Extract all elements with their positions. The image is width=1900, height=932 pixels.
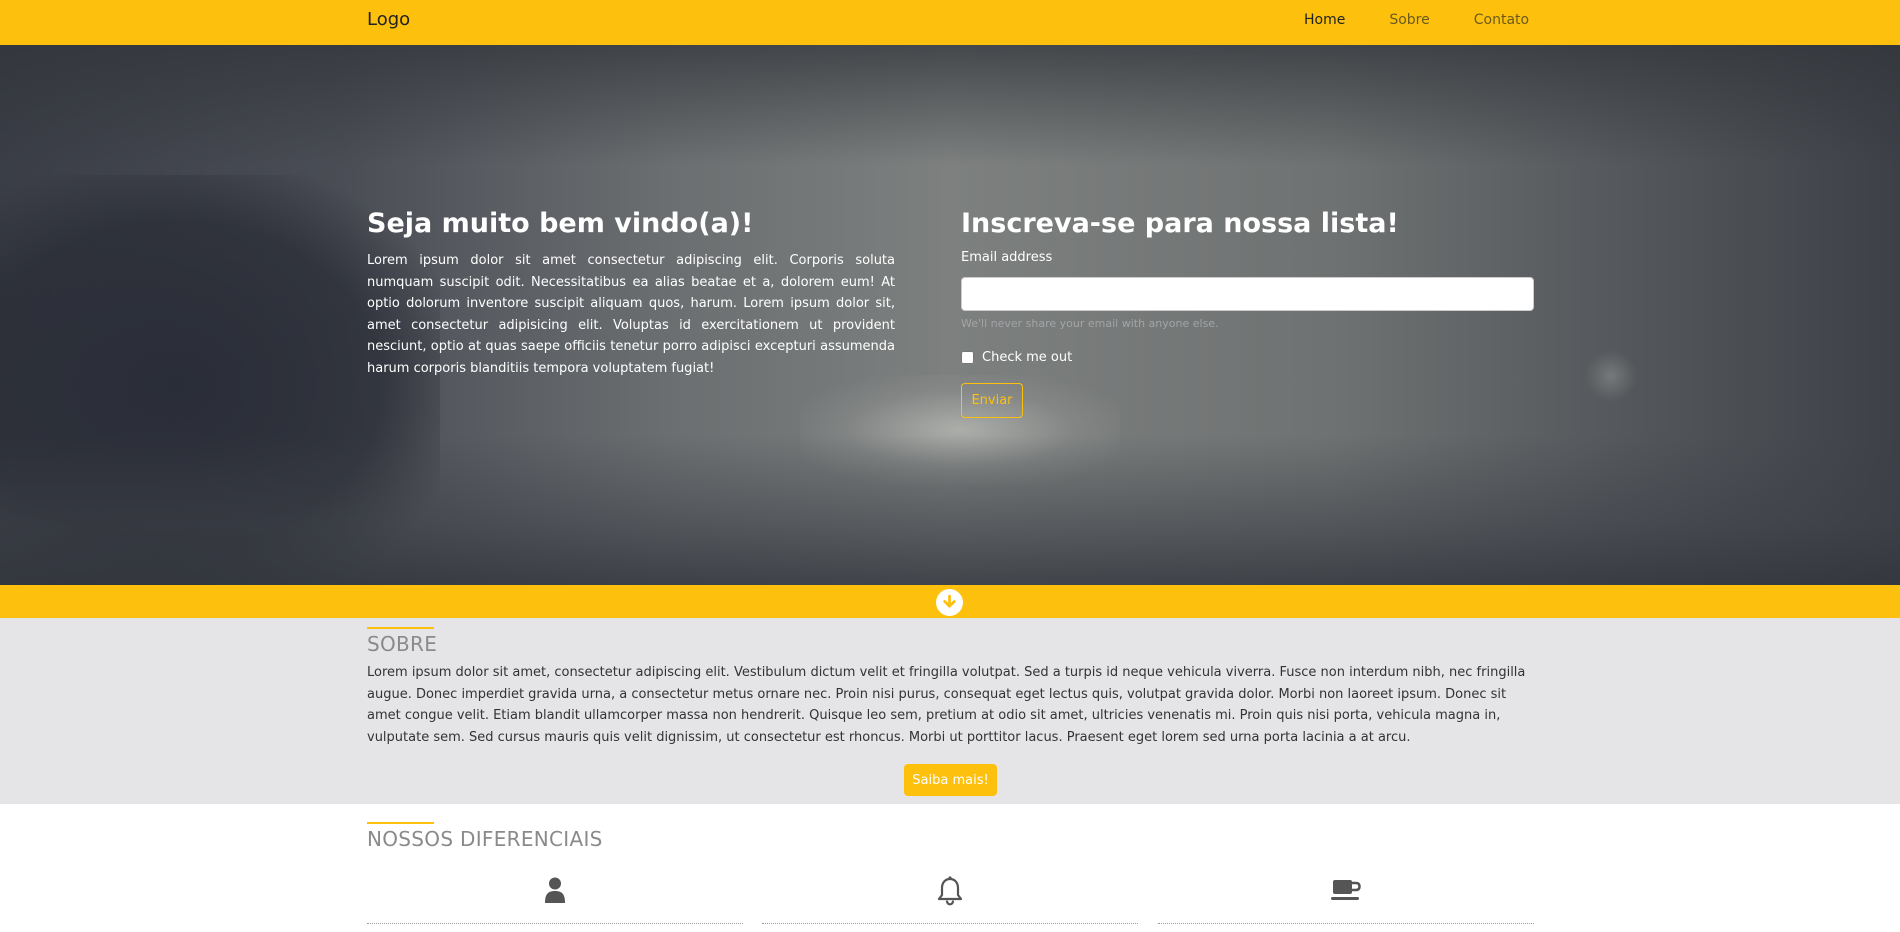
hero-background-top	[0, 45, 1900, 165]
section-title-accent	[367, 627, 434, 629]
hero-background-orb	[1585, 350, 1637, 402]
check-me-out-row: Check me out	[961, 350, 1072, 365]
hero-background-floor	[0, 435, 1900, 585]
email-help-text: We'll never share your email with anyone…	[961, 317, 1219, 330]
email-label: Email address	[961, 250, 1052, 265]
nav-menu: Home Sobre Contato	[1304, 12, 1573, 28]
sobre-section: SOBRE Lorem ipsum dolor sit amet, consec…	[0, 618, 1900, 804]
check-me-out-checkbox[interactable]	[961, 351, 974, 364]
welcome-title: Seja muito bem vindo(a)!	[367, 208, 753, 239]
logo[interactable]: Logo	[367, 9, 410, 30]
signup-title: Inscreva-se para nossa lista!	[961, 208, 1399, 239]
check-me-out-label[interactable]: Check me out	[982, 350, 1072, 365]
diferencial-card-3	[1158, 876, 1534, 924]
navbar: Logo Home Sobre Contato	[0, 0, 1900, 45]
email-input[interactable]	[961, 277, 1534, 311]
diferencial-card-2	[762, 876, 1138, 924]
welcome-text: Lorem ipsum dolor sit amet consectetur a…	[367, 250, 895, 379]
user-icon	[543, 876, 567, 908]
sobre-title: SOBRE	[367, 632, 437, 656]
section-title-accent	[367, 822, 434, 824]
hero-section: Seja muito bem vindo(a)! Lorem ipsum dol…	[0, 45, 1900, 585]
scroll-strip	[0, 585, 1900, 618]
nav-link-contato[interactable]: Contato	[1474, 12, 1529, 28]
diferenciais-section: NOSSOS DIFERENCIAIS	[0, 804, 1900, 932]
diferenciais-title: NOSSOS DIFERENCIAIS	[367, 827, 603, 851]
sobre-text: Lorem ipsum dolor sit amet, consectetur …	[367, 662, 1535, 748]
bell-icon	[936, 876, 964, 910]
enviar-button[interactable]: Enviar	[961, 383, 1023, 418]
saiba-mais-button[interactable]: Saiba mais!	[904, 764, 997, 796]
coffee-cup-icon	[1330, 876, 1362, 908]
arrow-circle-down-icon[interactable]	[936, 589, 963, 616]
nav-link-home[interactable]: Home	[1304, 12, 1345, 28]
diferencial-card-1	[367, 876, 743, 924]
nav-link-sobre[interactable]: Sobre	[1389, 12, 1429, 28]
